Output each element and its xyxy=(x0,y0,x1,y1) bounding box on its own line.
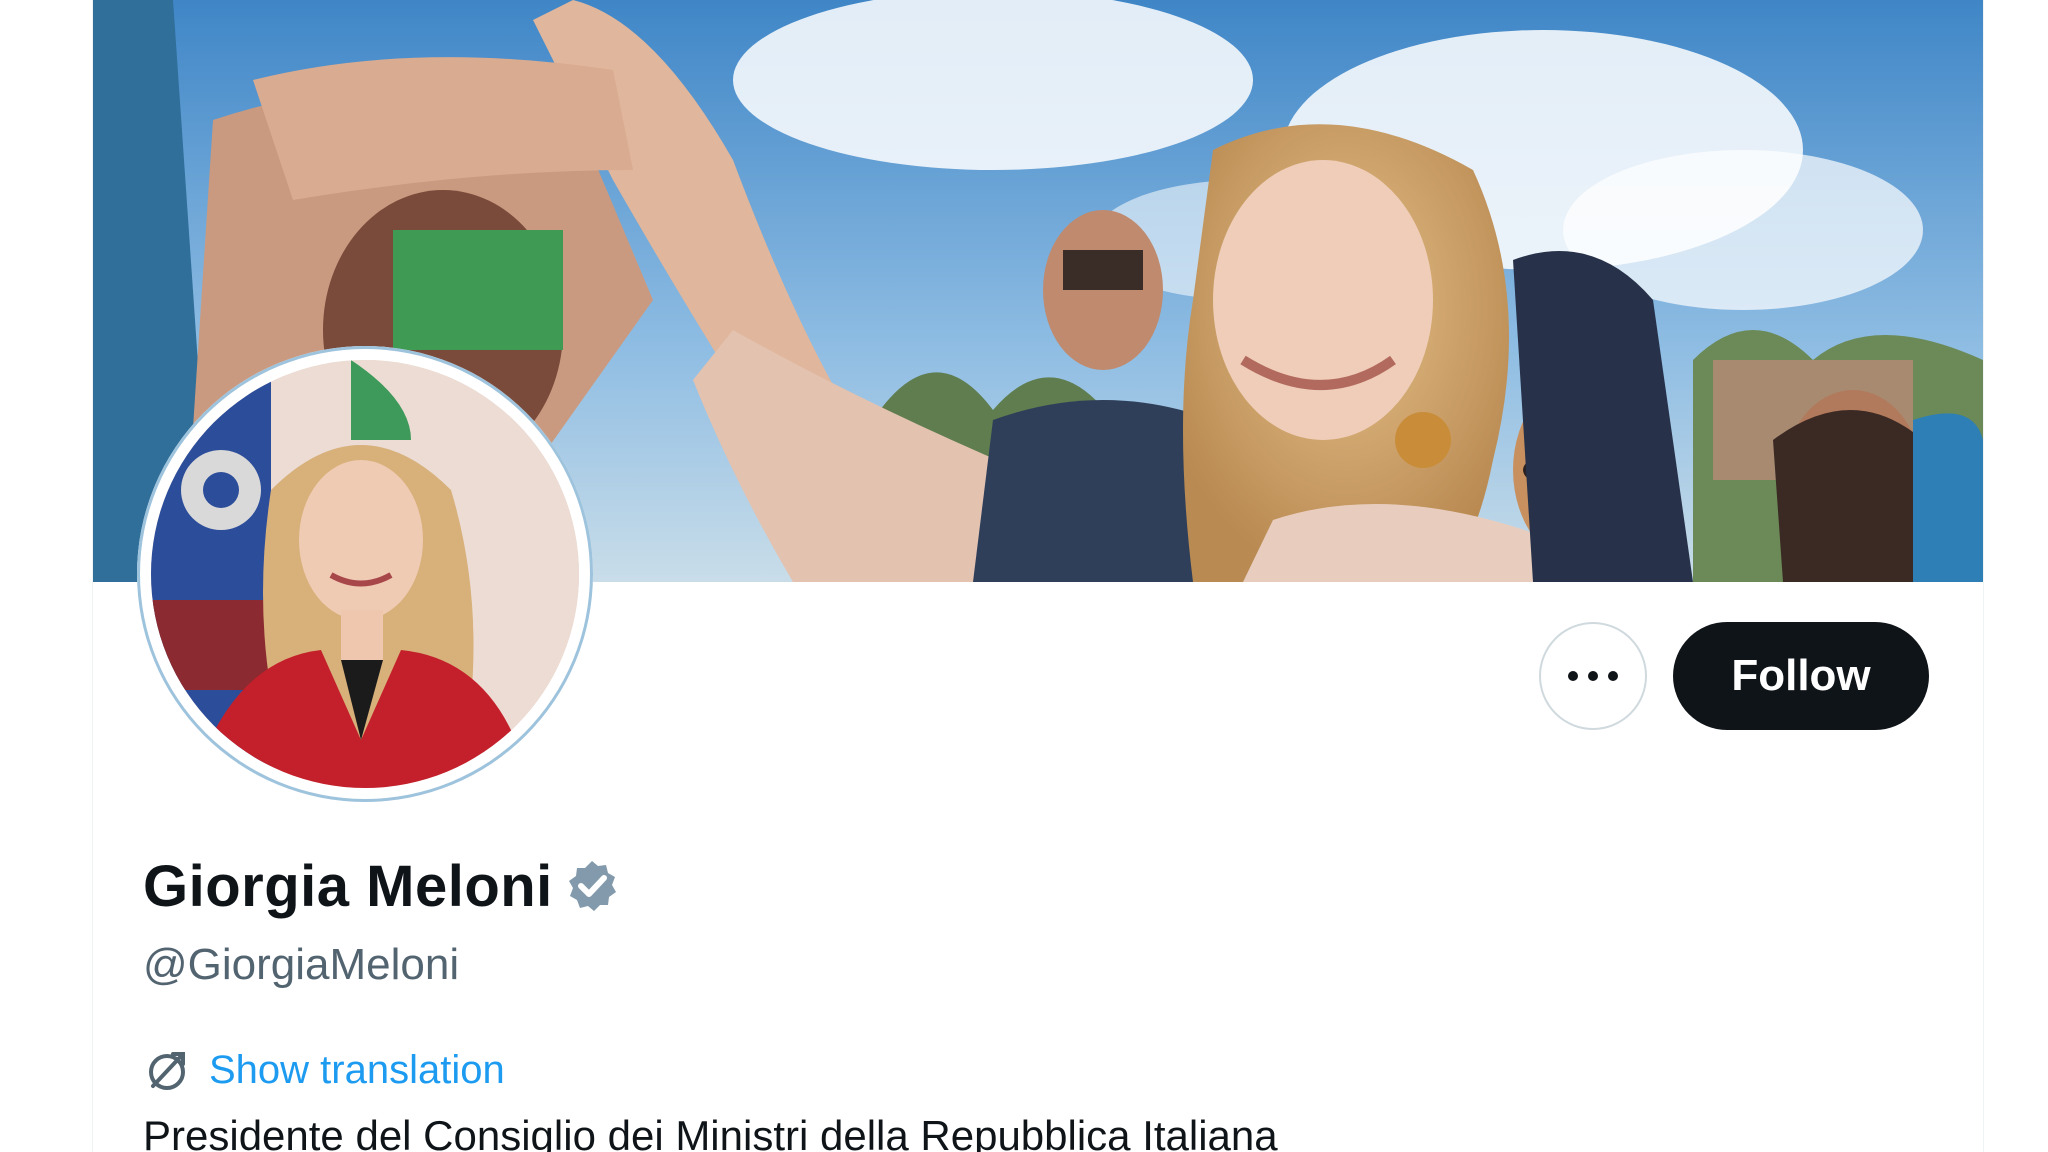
more-horizontal-icon xyxy=(1568,671,1618,681)
profile-photo xyxy=(151,360,579,788)
verified-badge-icon[interactable] xyxy=(565,859,619,913)
profile-card: Follow Giorgia Meloni @GiorgiaMeloni Sho… xyxy=(92,0,1984,1152)
show-translation-link[interactable]: Show translation xyxy=(143,1042,505,1098)
translate-icon xyxy=(149,1052,185,1090)
avatar-image xyxy=(151,360,579,788)
profile-page: Follow Giorgia Meloni @GiorgiaMeloni Sho… xyxy=(0,0,2048,1152)
avatar[interactable] xyxy=(137,346,593,802)
profile-bio: Presidente del Consiglio dei Ministri de… xyxy=(143,1112,1278,1152)
display-name: Giorgia Meloni xyxy=(143,853,553,919)
more-button[interactable] xyxy=(1539,622,1647,730)
show-translation-label: Show translation xyxy=(209,1047,505,1092)
display-name-row: Giorgia Meloni xyxy=(143,850,619,922)
follow-button[interactable]: Follow xyxy=(1673,622,1929,730)
username-handle: @GiorgiaMeloni xyxy=(143,940,460,989)
